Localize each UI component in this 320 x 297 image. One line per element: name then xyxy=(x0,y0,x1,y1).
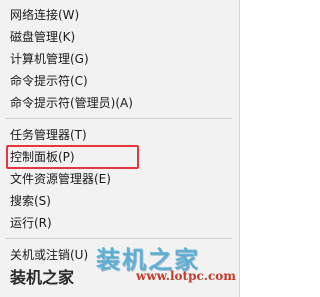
menu-item-task-manager[interactable]: 任务管理器(T) xyxy=(0,124,232,146)
menu-item-file-explorer[interactable]: 文件资源管理器(E) xyxy=(0,168,232,190)
control-panel-highlight xyxy=(6,145,139,169)
menu-item-shutdown-label: 关机或注销(U) xyxy=(10,248,89,262)
menu-item-run[interactable]: 运行(R) xyxy=(0,212,232,234)
watermark-brand: 装机之家 xyxy=(10,268,75,287)
menu-item-command-prompt[interactable]: 命令提示符(C) xyxy=(0,70,232,92)
menu-item-computer-management[interactable]: 计算机管理(G) xyxy=(0,48,232,70)
menu-item-network-connections[interactable]: 网络连接(W) xyxy=(0,4,232,26)
menu-item-command-prompt-admin[interactable]: 命令提示符(管理员)(A) xyxy=(0,92,232,114)
watermark-url: www.lotpc.com xyxy=(136,269,236,283)
menu-separator xyxy=(6,118,232,119)
menu-item-disk-management[interactable]: 磁盘管理(K) xyxy=(0,26,232,48)
menu-item-search[interactable]: 搜索(S) xyxy=(0,190,232,212)
menu-separator xyxy=(6,238,232,239)
